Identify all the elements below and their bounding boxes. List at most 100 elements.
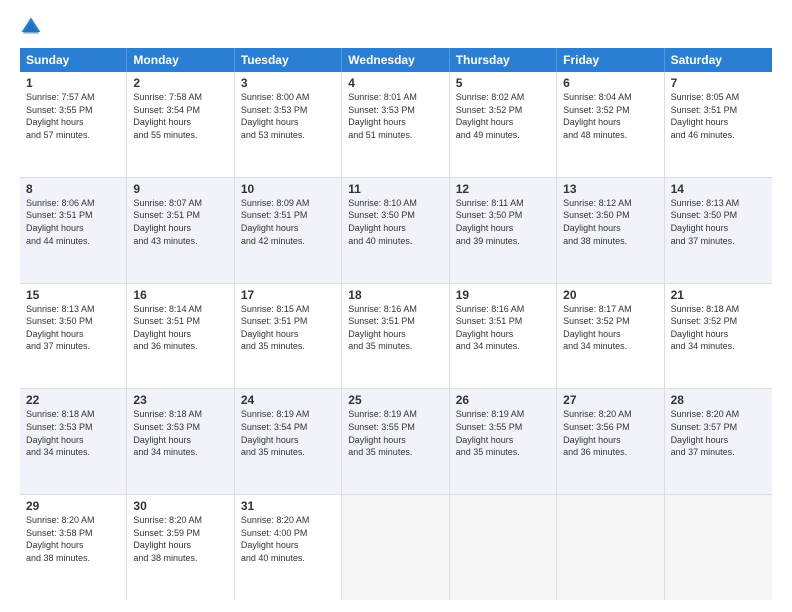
calendar-cell: 12 Sunrise: 8:11 AMSunset: 3:50 PMDaylig… bbox=[450, 178, 557, 283]
calendar-cell: 31 Sunrise: 8:20 AMSunset: 4:00 PMDaylig… bbox=[235, 495, 342, 600]
calendar-cell bbox=[665, 495, 772, 600]
calendar-cell: 2 Sunrise: 7:58 AMSunset: 3:54 PMDayligh… bbox=[127, 72, 234, 177]
day-info: Sunrise: 8:16 AMSunset: 3:51 PMDaylight … bbox=[348, 304, 417, 352]
day-info: Sunrise: 8:10 AMSunset: 3:50 PMDaylight … bbox=[348, 198, 417, 246]
day-number: 21 bbox=[671, 288, 766, 302]
calendar-cell: 26 Sunrise: 8:19 AMSunset: 3:55 PMDaylig… bbox=[450, 389, 557, 494]
day-number: 28 bbox=[671, 393, 766, 407]
day-number: 23 bbox=[133, 393, 227, 407]
day-number: 8 bbox=[26, 182, 120, 196]
day-info: Sunrise: 8:11 AMSunset: 3:50 PMDaylight … bbox=[456, 198, 524, 246]
calendar-cell: 1 Sunrise: 7:57 AMSunset: 3:55 PMDayligh… bbox=[20, 72, 127, 177]
day-number: 12 bbox=[456, 182, 550, 196]
day-number: 10 bbox=[241, 182, 335, 196]
day-number: 19 bbox=[456, 288, 550, 302]
day-number: 27 bbox=[563, 393, 657, 407]
calendar-cell bbox=[450, 495, 557, 600]
day-info: Sunrise: 8:19 AMSunset: 3:55 PMDaylight … bbox=[456, 409, 525, 457]
day-info: Sunrise: 8:05 AMSunset: 3:51 PMDaylight … bbox=[671, 92, 740, 140]
calendar-cell: 21 Sunrise: 8:18 AMSunset: 3:52 PMDaylig… bbox=[665, 284, 772, 389]
calendar-cell: 25 Sunrise: 8:19 AMSunset: 3:55 PMDaylig… bbox=[342, 389, 449, 494]
day-info: Sunrise: 8:20 AMSunset: 3:58 PMDaylight … bbox=[26, 515, 95, 563]
day-info: Sunrise: 8:19 AMSunset: 3:55 PMDaylight … bbox=[348, 409, 417, 457]
day-number: 2 bbox=[133, 76, 227, 90]
day-number: 13 bbox=[563, 182, 657, 196]
day-info: Sunrise: 8:18 AMSunset: 3:53 PMDaylight … bbox=[26, 409, 95, 457]
day-info: Sunrise: 8:17 AMSunset: 3:52 PMDaylight … bbox=[563, 304, 632, 352]
calendar-cell: 14 Sunrise: 8:13 AMSunset: 3:50 PMDaylig… bbox=[665, 178, 772, 283]
header-thursday: Thursday bbox=[450, 48, 557, 72]
day-info: Sunrise: 7:58 AMSunset: 3:54 PMDaylight … bbox=[133, 92, 202, 140]
day-info: Sunrise: 8:01 AMSunset: 3:53 PMDaylight … bbox=[348, 92, 417, 140]
day-number: 5 bbox=[456, 76, 550, 90]
day-number: 11 bbox=[348, 182, 442, 196]
day-number: 26 bbox=[456, 393, 550, 407]
day-info: Sunrise: 8:15 AMSunset: 3:51 PMDaylight … bbox=[241, 304, 310, 352]
header bbox=[20, 16, 772, 38]
day-info: Sunrise: 8:20 AMSunset: 3:56 PMDaylight … bbox=[563, 409, 632, 457]
calendar-cell: 19 Sunrise: 8:16 AMSunset: 3:51 PMDaylig… bbox=[450, 284, 557, 389]
day-number: 22 bbox=[26, 393, 120, 407]
calendar-cell: 27 Sunrise: 8:20 AMSunset: 3:56 PMDaylig… bbox=[557, 389, 664, 494]
day-number: 17 bbox=[241, 288, 335, 302]
header-tuesday: Tuesday bbox=[235, 48, 342, 72]
calendar-cell: 24 Sunrise: 8:19 AMSunset: 3:54 PMDaylig… bbox=[235, 389, 342, 494]
calendar-cell: 9 Sunrise: 8:07 AMSunset: 3:51 PMDayligh… bbox=[127, 178, 234, 283]
day-info: Sunrise: 8:18 AMSunset: 3:53 PMDaylight … bbox=[133, 409, 202, 457]
header-friday: Friday bbox=[557, 48, 664, 72]
day-number: 4 bbox=[348, 76, 442, 90]
header-wednesday: Wednesday bbox=[342, 48, 449, 72]
day-number: 9 bbox=[133, 182, 227, 196]
calendar-row: 8 Sunrise: 8:06 AMSunset: 3:51 PMDayligh… bbox=[20, 178, 772, 284]
header-saturday: Saturday bbox=[665, 48, 772, 72]
calendar-cell: 18 Sunrise: 8:16 AMSunset: 3:51 PMDaylig… bbox=[342, 284, 449, 389]
calendar-cell bbox=[342, 495, 449, 600]
calendar-cell: 4 Sunrise: 8:01 AMSunset: 3:53 PMDayligh… bbox=[342, 72, 449, 177]
calendar-cell: 11 Sunrise: 8:10 AMSunset: 3:50 PMDaylig… bbox=[342, 178, 449, 283]
calendar-cell bbox=[557, 495, 664, 600]
day-info: Sunrise: 8:00 AMSunset: 3:53 PMDaylight … bbox=[241, 92, 310, 140]
calendar-header: Sunday Monday Tuesday Wednesday Thursday… bbox=[20, 48, 772, 72]
day-info: Sunrise: 8:19 AMSunset: 3:54 PMDaylight … bbox=[241, 409, 310, 457]
calendar-cell: 7 Sunrise: 8:05 AMSunset: 3:51 PMDayligh… bbox=[665, 72, 772, 177]
calendar-cell: 8 Sunrise: 8:06 AMSunset: 3:51 PMDayligh… bbox=[20, 178, 127, 283]
calendar-row: 29 Sunrise: 8:20 AMSunset: 3:58 PMDaylig… bbox=[20, 495, 772, 600]
day-info: Sunrise: 8:20 AMSunset: 3:59 PMDaylight … bbox=[133, 515, 202, 563]
day-number: 3 bbox=[241, 76, 335, 90]
day-info: Sunrise: 8:09 AMSunset: 3:51 PMDaylight … bbox=[241, 198, 310, 246]
calendar-row: 15 Sunrise: 8:13 AMSunset: 3:50 PMDaylig… bbox=[20, 284, 772, 390]
calendar-row: 22 Sunrise: 8:18 AMSunset: 3:53 PMDaylig… bbox=[20, 389, 772, 495]
day-number: 20 bbox=[563, 288, 657, 302]
day-number: 25 bbox=[348, 393, 442, 407]
day-number: 31 bbox=[241, 499, 335, 513]
day-number: 15 bbox=[26, 288, 120, 302]
day-number: 30 bbox=[133, 499, 227, 513]
day-info: Sunrise: 8:04 AMSunset: 3:52 PMDaylight … bbox=[563, 92, 632, 140]
calendar-cell: 28 Sunrise: 8:20 AMSunset: 3:57 PMDaylig… bbox=[665, 389, 772, 494]
calendar-cell: 5 Sunrise: 8:02 AMSunset: 3:52 PMDayligh… bbox=[450, 72, 557, 177]
calendar-cell: 15 Sunrise: 8:13 AMSunset: 3:50 PMDaylig… bbox=[20, 284, 127, 389]
calendar-cell: 23 Sunrise: 8:18 AMSunset: 3:53 PMDaylig… bbox=[127, 389, 234, 494]
day-info: Sunrise: 8:20 AMSunset: 3:57 PMDaylight … bbox=[671, 409, 740, 457]
calendar-cell: 13 Sunrise: 8:12 AMSunset: 3:50 PMDaylig… bbox=[557, 178, 664, 283]
day-info: Sunrise: 8:13 AMSunset: 3:50 PMDaylight … bbox=[671, 198, 740, 246]
calendar-cell: 22 Sunrise: 8:18 AMSunset: 3:53 PMDaylig… bbox=[20, 389, 127, 494]
calendar-cell: 3 Sunrise: 8:00 AMSunset: 3:53 PMDayligh… bbox=[235, 72, 342, 177]
day-number: 18 bbox=[348, 288, 442, 302]
calendar-cell: 20 Sunrise: 8:17 AMSunset: 3:52 PMDaylig… bbox=[557, 284, 664, 389]
day-info: Sunrise: 8:06 AMSunset: 3:51 PMDaylight … bbox=[26, 198, 95, 246]
day-info: Sunrise: 8:13 AMSunset: 3:50 PMDaylight … bbox=[26, 304, 95, 352]
logo-icon bbox=[20, 16, 42, 38]
day-info: Sunrise: 8:02 AMSunset: 3:52 PMDaylight … bbox=[456, 92, 525, 140]
calendar: Sunday Monday Tuesday Wednesday Thursday… bbox=[20, 48, 772, 600]
day-number: 24 bbox=[241, 393, 335, 407]
day-number: 16 bbox=[133, 288, 227, 302]
calendar-cell: 29 Sunrise: 8:20 AMSunset: 3:58 PMDaylig… bbox=[20, 495, 127, 600]
calendar-row: 1 Sunrise: 7:57 AMSunset: 3:55 PMDayligh… bbox=[20, 72, 772, 178]
day-number: 29 bbox=[26, 499, 120, 513]
day-number: 6 bbox=[563, 76, 657, 90]
calendar-cell: 17 Sunrise: 8:15 AMSunset: 3:51 PMDaylig… bbox=[235, 284, 342, 389]
calendar-cell: 16 Sunrise: 8:14 AMSunset: 3:51 PMDaylig… bbox=[127, 284, 234, 389]
day-number: 1 bbox=[26, 76, 120, 90]
calendar-cell: 30 Sunrise: 8:20 AMSunset: 3:59 PMDaylig… bbox=[127, 495, 234, 600]
